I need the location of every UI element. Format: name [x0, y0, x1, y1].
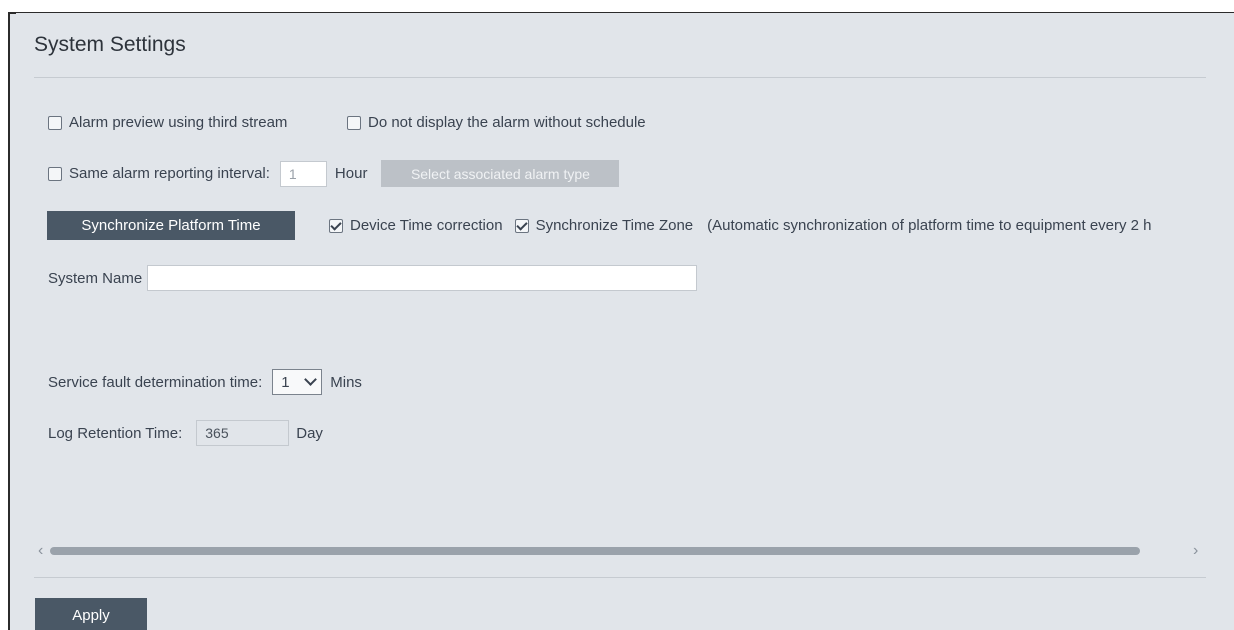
no-schedule-label: Do not display the alarm without schedul… — [368, 114, 646, 131]
alarm-interval-unit: Hour — [334, 165, 368, 182]
device-time-correction-label: Device Time correction — [350, 217, 503, 234]
log-retention-unit: Day — [296, 424, 323, 442]
chevron-right-icon[interactable]: › — [1193, 542, 1198, 560]
time-sync-row: Synchronize Platform Time Device Time co… — [47, 211, 1152, 240]
sync-time-zone-option[interactable]: Synchronize Time Zone — [514, 217, 694, 234]
service-fault-select[interactable]: 1 — [272, 369, 323, 395]
log-retention-input[interactable] — [196, 420, 290, 446]
apply-button[interactable]: Apply — [35, 598, 147, 630]
no-schedule-checkbox[interactable] — [347, 115, 361, 130]
page-title: System Settings — [34, 33, 186, 56]
sync-platform-time-button[interactable]: Synchronize Platform Time — [47, 211, 295, 240]
auto-sync-note: (Automatic synchronization of platform t… — [707, 217, 1152, 234]
device-time-correction-checkbox[interactable] — [329, 218, 343, 233]
no-schedule-option[interactable]: Do not display the alarm without schedul… — [347, 114, 646, 131]
system-name-label: System Name — [48, 269, 143, 287]
sync-time-zone-checkbox[interactable] — [514, 218, 529, 233]
service-fault-label: Service fault determination time: — [48, 373, 263, 391]
service-fault-selected-value: 1 — [281, 373, 290, 391]
alarm-third-stream-checkbox[interactable] — [48, 115, 62, 130]
alarm-third-stream-label: Alarm preview using third stream — [69, 114, 288, 131]
sync-time-zone-label: Synchronize Time Zone — [535, 217, 694, 234]
service-fault-unit: Mins — [330, 373, 362, 391]
alarm-interval-label: Same alarm reporting interval: — [69, 165, 270, 182]
service-fault-row: Service fault determination time: 1 Mins — [48, 369, 362, 395]
chevron-left-icon[interactable]: ‹ — [38, 542, 43, 560]
alarm-interval-input[interactable] — [279, 160, 327, 187]
select-alarm-type-button[interactable]: Select associated alarm type — [381, 160, 620, 187]
title-divider — [34, 77, 1206, 78]
log-retention-label: Log Retention Time: — [48, 424, 183, 442]
alarm-third-stream-option[interactable]: Alarm preview using third stream — [48, 114, 287, 131]
device-time-correction-option[interactable]: Device Time correction — [329, 217, 503, 234]
system-name-input[interactable] — [147, 265, 698, 291]
chevron-down-icon — [304, 373, 318, 386]
alarm-interval-row: Same alarm reporting interval: Hour Sele… — [48, 160, 620, 187]
system-name-row: System Name — [48, 265, 698, 291]
alarm-interval-checkbox[interactable] — [48, 166, 62, 181]
horizontal-scrollbar-thumb[interactable] — [50, 547, 1140, 555]
frame-corner — [10, 13, 16, 14]
log-retention-row: Log Retention Time: Day — [48, 420, 323, 446]
footer-divider — [34, 577, 1206, 578]
settings-panel: System Settings Alarm preview using thir… — [8, 12, 1234, 630]
